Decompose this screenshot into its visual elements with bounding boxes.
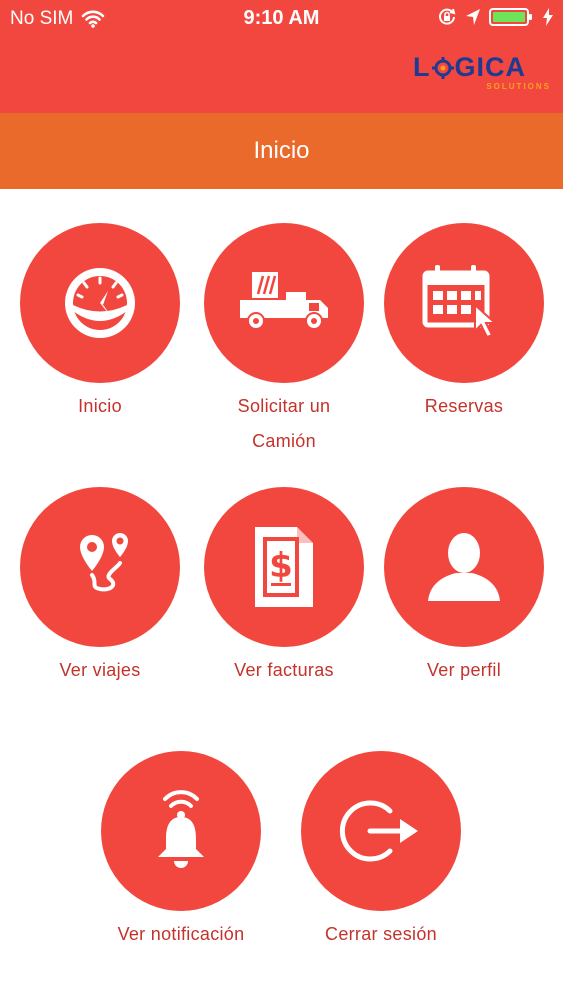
menu-label: Cerrar sesión — [325, 924, 437, 944]
menu-item-reservas[interactable]: Reservas — [364, 223, 563, 424]
menu-item-ver-perfil[interactable]: Ver perfil — [364, 487, 563, 688]
brand-name-left: L — [413, 52, 431, 82]
menu-item-ver-facturas[interactable]: $ Ver facturas — [184, 487, 384, 688]
menu-circle[interactable] — [384, 223, 544, 383]
page-title: Inicio — [0, 113, 563, 189]
app-bar: L GICA SOLUTIONS — [0, 40, 563, 113]
menu-circle[interactable] — [101, 751, 261, 911]
menu-item-solicitar-camion[interactable]: Solicitar un Camión — [184, 223, 384, 459]
menu-item-ver-viajes[interactable]: Ver viajes — [0, 487, 200, 688]
menu-circle[interactable] — [301, 751, 461, 911]
person-icon — [424, 527, 504, 607]
route-icon — [60, 527, 140, 607]
brand-name: L GICA — [413, 52, 526, 83]
invoice-icon: $ — [249, 525, 319, 609]
menu-item-inicio[interactable]: Inicio — [0, 223, 200, 424]
menu-circle[interactable] — [20, 223, 180, 383]
location-arrow-icon — [465, 8, 481, 26]
status-right — [437, 7, 553, 27]
orientation-lock-icon — [437, 7, 457, 27]
gauge-icon — [60, 263, 140, 343]
menu-circle[interactable] — [20, 487, 180, 647]
menu-circle[interactable] — [384, 487, 544, 647]
menu-label: Ver perfil — [426, 660, 502, 680]
menu-label: Solicitar un Camión — [237, 396, 331, 451]
svg-text:$: $ — [269, 546, 293, 586]
menu-item-cerrar-sesion[interactable]: Cerrar sesión — [281, 751, 481, 952]
menu-label: Ver facturas — [234, 660, 334, 680]
battery-icon — [489, 7, 535, 27]
logout-icon — [336, 791, 426, 871]
calendar-icon — [419, 263, 509, 343]
menu-circle[interactable]: $ — [204, 487, 364, 647]
menu-label: Inicio — [78, 396, 122, 416]
status-bar: No SIM 9:10 AM — [0, 0, 563, 40]
truck-icon — [234, 268, 334, 338]
menu-item-ver-notificacion[interactable]: Ver notificación — [81, 751, 281, 952]
bell-icon — [146, 789, 216, 873]
menu-circle[interactable] — [204, 223, 364, 383]
brand-subtitle: SOLUTIONS — [486, 82, 551, 91]
menu-label: Ver notificación — [117, 924, 245, 944]
brand-name-right: GICA — [454, 52, 526, 82]
menu-label: Ver viajes — [59, 660, 141, 680]
brand-logo: L GICA SOLUTIONS — [413, 52, 553, 98]
menu-label: Reservas — [424, 396, 504, 416]
gear-icon — [431, 56, 454, 79]
charging-bolt-icon — [543, 8, 553, 26]
